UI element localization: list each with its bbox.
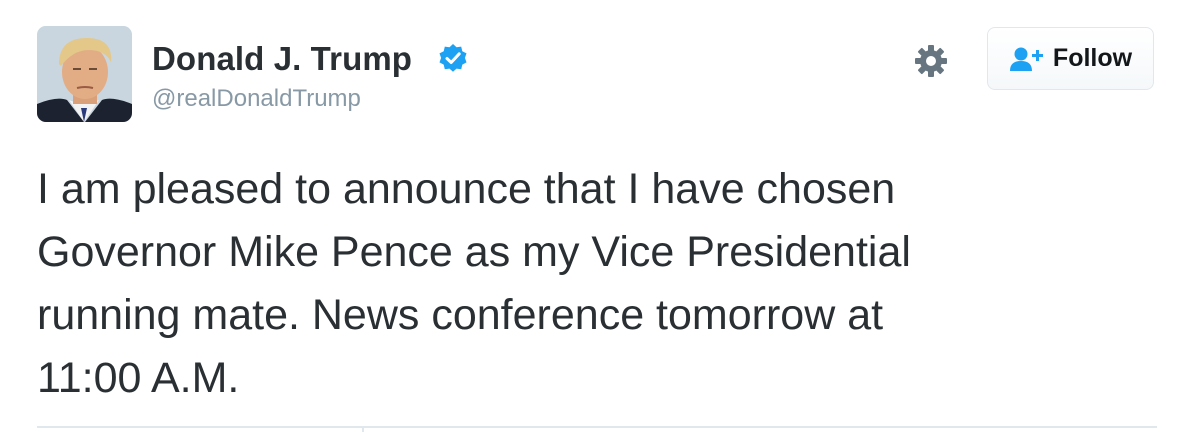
gear-icon[interactable]: [914, 44, 948, 78]
follow-label: Follow: [1052, 44, 1133, 72]
divider-tick: [362, 428, 364, 432]
tweet-text: I am pleased to announce that I have cho…: [37, 165, 911, 402]
display-name[interactable]: Donald J. Trump: [152, 40, 412, 78]
avatar-image: [37, 26, 132, 122]
add-user-icon: [1009, 47, 1043, 71]
divider: [37, 426, 1157, 428]
follow-button[interactable]: Follow: [987, 27, 1154, 90]
verified-badge-icon: [439, 44, 467, 72]
avatar[interactable]: [37, 26, 132, 122]
tweet-card: Donald J. Trump @realDonaldTrump Follow …: [0, 0, 1188, 432]
user-handle[interactable]: @realDonaldTrump: [152, 85, 361, 113]
